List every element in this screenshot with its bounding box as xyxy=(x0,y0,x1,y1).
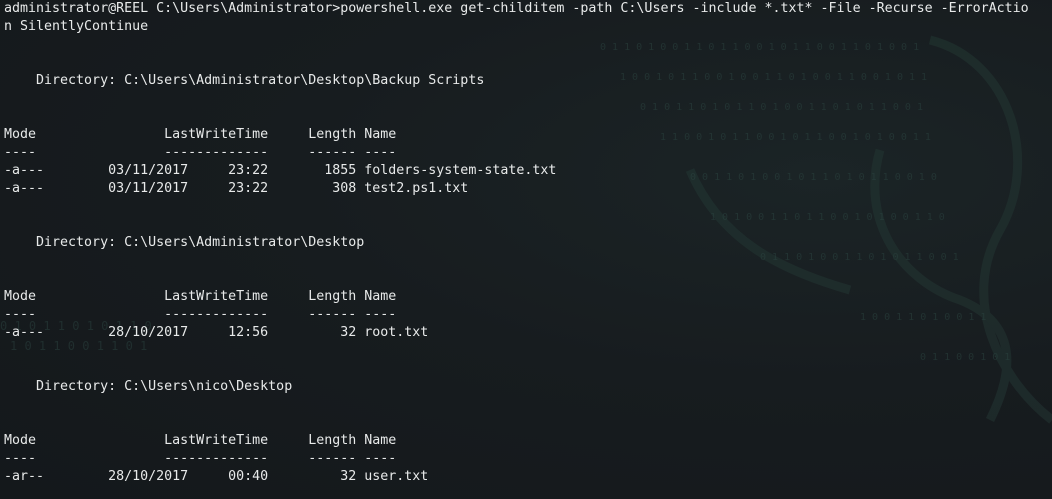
terminal-line: Directory: C:\Users\nico\Desktop xyxy=(4,379,293,394)
terminal-line: Mode LastWriteTime Length Name xyxy=(4,433,397,448)
terminal-window[interactable]: 0 1 1 0 1 0 0 1 1 0 1 1 0 0 1 0 1 1 0 0 … xyxy=(0,0,1052,499)
terminal-line: ---- ------------- ------ ---- xyxy=(4,145,397,160)
terminal-line: -a--- 03/11/2017 23:22 308 test2.ps1.txt xyxy=(4,181,469,196)
terminal-line: -a--- 28/10/2017 12:56 32 root.txt xyxy=(4,325,429,340)
terminal-line: Directory: C:\Users\Administrator\Deskto… xyxy=(4,235,365,250)
terminal-line: administrator@REEL C:\Users\Administrato… xyxy=(4,1,1029,16)
terminal-line: Mode LastWriteTime Length Name xyxy=(4,127,397,142)
terminal-line: Directory: C:\Users\Administrator\Deskto… xyxy=(4,73,485,88)
terminal-line: Mode LastWriteTime Length Name xyxy=(4,289,397,304)
terminal-line: n SilentlyContinue xyxy=(4,19,149,34)
terminal-line: ---- ------------- ------ ---- xyxy=(4,451,397,466)
terminal-line: -ar-- 28/10/2017 00:40 32 user.txt xyxy=(4,469,429,484)
terminal-line: -a--- 03/11/2017 23:22 1855 folders-syst… xyxy=(4,163,557,178)
terminal-line: ---- ------------- ------ ---- xyxy=(4,307,397,322)
terminal-output: administrator@REEL C:\Users\Administrato… xyxy=(4,0,1029,486)
